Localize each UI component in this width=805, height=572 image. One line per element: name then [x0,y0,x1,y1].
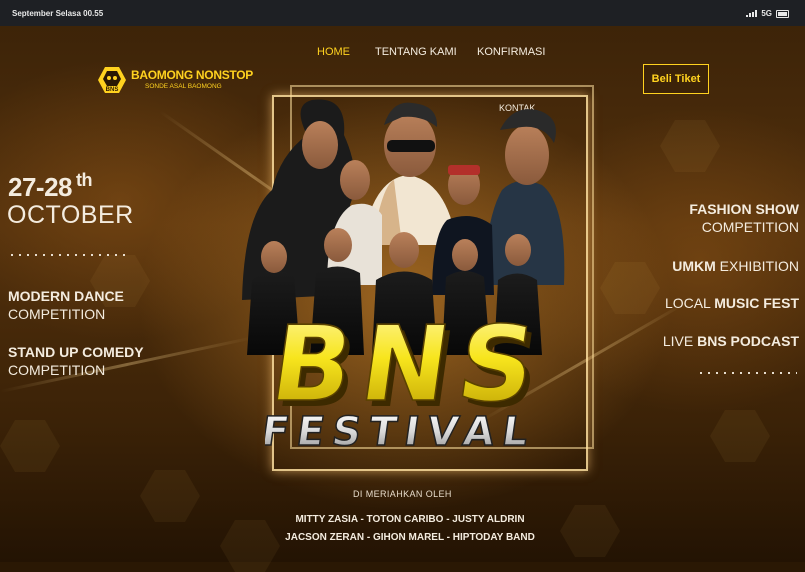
logo-title: BAOMONG NONSTOP [131,68,253,82]
dots-divider-left [8,254,128,256]
event-music-fest: LOCAL MUSIC FEST [664,295,799,311]
date-range: 27-28 [8,172,73,202]
event-fashion-show: FASHION SHOW COMPETITION [689,201,799,235]
network-label: 5G [761,9,772,18]
guest-line-1: MITTY ZASIA - TOTON CARIBO - JUSTY ALDRI… [295,514,525,525]
event-umkm: UMKM EXHIBITION [672,258,799,274]
nav-home[interactable]: HOME [317,46,350,58]
event-bns-podcast: LIVE BNS PODCAST [662,333,799,349]
dots-divider-right [697,372,797,374]
nav-konfirmasi[interactable]: KONFIRMASI [477,46,545,58]
battery-icon [776,9,789,18]
event-month: OCTOBER [7,201,134,229]
logo-subtitle: SONDE ASAL BAOMONG [145,83,222,90]
date-suffix: th [76,170,93,190]
site-logo[interactable]: BNS BAOMONG NONSTOP SONDE ASAL BAOMONG [98,66,253,94]
main-nav: HOME TENTANG KAMI KONFIRMASI [300,46,560,60]
guest-line-2: JACSON ZERAN - GIHON MAREL - HIPTODAY BA… [285,532,535,543]
bns-festival-title: BNS BNS FESTIVAL [265,303,555,452]
event-stand-up-comedy: STAND UP COMEDY COMPETITION [8,344,144,378]
signal-icon [746,10,758,17]
status-bar: September Selasa 00.55 5G [0,0,805,26]
beli-tiket-button[interactable]: Beli Tiket [643,64,709,94]
status-time: September Selasa 00.55 [12,9,104,18]
festival-subtitle: FESTIVAL [265,409,539,452]
logo-badge-text: BNS [106,87,119,93]
featuring-label: DI MERIAHKAN OLEH [353,489,452,499]
bns-logo-icon: BNS [98,67,126,93]
bns-title: BNS [265,303,552,424]
event-modern-dance: MODERN DANCE COMPETITION [8,288,124,322]
event-date: 27-28 th [8,170,93,203]
nav-tentang-kami[interactable]: TENTANG KAMI [375,46,457,58]
